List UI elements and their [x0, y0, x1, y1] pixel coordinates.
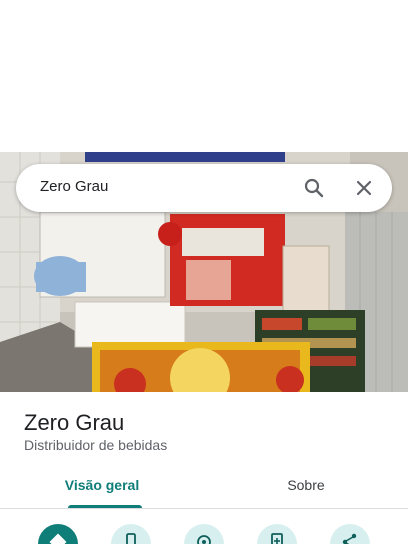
active-tab-indicator: [68, 505, 142, 508]
share-icon: [342, 533, 357, 544]
map-blank-area: [0, 0, 408, 152]
save-button[interactable]: [257, 524, 297, 544]
place-tabs: Visão geral Sobre: [0, 468, 408, 509]
search-bar[interactable]: Zero Grau: [16, 164, 392, 212]
location-icon: [197, 535, 211, 544]
tab-about[interactable]: Sobre: [204, 468, 408, 508]
close-icon[interactable]: [352, 176, 376, 200]
tab-overview[interactable]: Visão geral: [0, 468, 204, 508]
nearby-button[interactable]: [184, 524, 224, 544]
save-icon: [271, 533, 283, 544]
search-query[interactable]: Zero Grau: [40, 178, 108, 195]
directions-icon: [49, 533, 67, 544]
call-button[interactable]: [111, 524, 151, 544]
place-name: Zero Grau: [24, 410, 125, 435]
directions-button[interactable]: [38, 524, 78, 544]
share-button[interactable]: [330, 524, 370, 544]
phone-icon: [126, 533, 136, 544]
action-buttons-row: [0, 520, 408, 544]
place-category: Distribuidor de bebidas: [24, 437, 168, 453]
search-icon[interactable]: [302, 176, 326, 200]
